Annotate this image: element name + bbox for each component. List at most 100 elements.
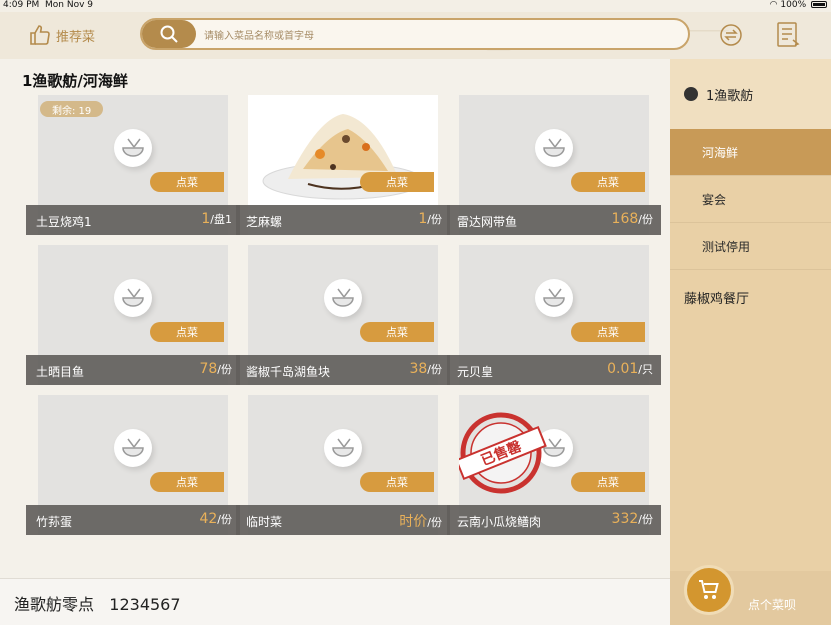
dish-card[interactable]: 点菜酱椒千岛湖鱼块 38/份 xyxy=(236,245,450,385)
dish-info-bar: 云南小瓜烧鳝肉 332/份 xyxy=(447,505,661,535)
dish-price-value: 1 xyxy=(418,211,428,227)
dish-card[interactable]: 点菜雷达网带鱼 168/份 xyxy=(447,95,661,235)
dish-info-bar: 竹荪蛋 42/份 xyxy=(26,505,240,535)
dish-price: 0.01/只 xyxy=(607,361,653,377)
dish-price-value: 168 xyxy=(611,211,639,227)
battery-icon xyxy=(811,1,827,8)
dish-price: 42/份 xyxy=(199,511,232,527)
dish-price-value: 42 xyxy=(199,511,218,527)
order-button[interactable]: 点菜 xyxy=(150,172,224,192)
dish-price-unit: /份 xyxy=(217,363,232,376)
dish-card[interactable]: 已售罄点菜云南小瓜烧鳝肉 332/份 xyxy=(447,395,661,535)
sidebar-item-test-disabled[interactable]: 测试停用 xyxy=(670,223,831,270)
search-button[interactable] xyxy=(142,20,196,48)
order-button[interactable]: 点菜 xyxy=(571,472,645,492)
dish-price-unit: /份 xyxy=(427,213,442,226)
dish-price-unit: /份 xyxy=(427,363,442,376)
search-icon xyxy=(160,25,178,43)
dish-price-unit: /盘1 xyxy=(210,213,232,226)
venue-name: 渔歌舫零点 xyxy=(14,595,95,614)
battery-percent: 100% xyxy=(780,0,807,10)
dish-name: 土晒目鱼 xyxy=(36,365,85,379)
dish-name: 酱椒千岛湖鱼块 xyxy=(246,365,331,379)
dish-price-unit: /份 xyxy=(638,513,653,526)
order-button[interactable]: 点菜 xyxy=(360,172,434,192)
dish-placeholder-icon xyxy=(535,129,573,168)
order-button[interactable]: 点菜 xyxy=(360,472,434,492)
cart-bar[interactable]: 点个菜呗 xyxy=(670,565,831,625)
dish-card[interactable]: 点菜土晒目鱼 78/份 xyxy=(26,245,240,385)
dish-info-bar: 土豆烧鸡1 1/盘1 xyxy=(26,205,240,235)
header: 推荐菜 请输入菜品名称或首字母 xyxy=(0,12,831,59)
dish-placeholder-icon xyxy=(114,429,152,468)
dish-placeholder-icon xyxy=(114,129,152,168)
order-button[interactable]: 点菜 xyxy=(571,172,645,192)
sidebar-restaurant-label: 1渔歌舫 xyxy=(706,88,754,104)
dish-price-value: 时价 xyxy=(399,514,428,530)
order-footer: 渔歌舫零点 1234567 xyxy=(0,578,670,625)
dish-info-bar: 芝麻螺 1/份 xyxy=(236,205,450,235)
recommend-label: 推荐菜 xyxy=(56,29,96,45)
dish-info-bar: 土晒目鱼 78/份 xyxy=(26,355,240,385)
dish-name: 云南小瓜烧鳝肉 xyxy=(457,515,542,529)
dish-name: 土豆烧鸡1 xyxy=(36,215,92,229)
cart-icon xyxy=(699,580,719,599)
status-time-text: 4:09 PM xyxy=(3,0,40,10)
cart-button[interactable] xyxy=(684,565,734,615)
dish-card[interactable]: 点菜元贝皇 0.01/只 xyxy=(447,245,661,385)
category-sidebar: 1渔歌舫 河海鲜 宴会 测试停用 藤椒鸡餐厅 xyxy=(670,59,831,571)
cart-label: 点个菜呗 xyxy=(748,598,797,612)
sidebar-item-banquet[interactable]: 宴会 xyxy=(670,176,831,223)
recommend-button[interactable]: 推荐菜 xyxy=(28,22,95,48)
sidebar-item-river-seafood[interactable]: 河海鲜 xyxy=(670,129,831,176)
thumbs-up-icon xyxy=(30,25,50,45)
status-time: 4:09 PM Mon Nov 9 xyxy=(3,0,93,10)
dish-price-value: 1 xyxy=(201,211,211,227)
order-button[interactable]: 点菜 xyxy=(150,322,224,342)
order-button[interactable]: 点菜 xyxy=(360,322,434,342)
order-button[interactable]: 点菜 xyxy=(571,322,645,342)
dish-card[interactable]: 点菜临时菜 时价/份 xyxy=(236,395,450,535)
restaurant-icon xyxy=(684,87,698,101)
dish-info-bar: 元贝皇 0.01/只 xyxy=(447,355,661,385)
dish-placeholder-icon xyxy=(324,279,362,318)
menu-list-icon[interactable] xyxy=(773,20,803,50)
sidebar-group-restaurant[interactable]: 藤椒鸡餐厅 xyxy=(670,270,831,325)
status-date-text: Mon Nov 9 xyxy=(45,0,93,10)
dish-card[interactable]: 点菜芝麻螺 1/份 xyxy=(236,95,450,235)
dish-placeholder-icon xyxy=(535,279,573,318)
table-code: 1234567 xyxy=(109,595,181,614)
exchange-icon[interactable] xyxy=(715,20,747,50)
sidebar-group-label: 藤椒鸡餐厅 xyxy=(684,292,750,307)
order-button[interactable]: 点菜 xyxy=(150,472,224,492)
dish-price: 332/份 xyxy=(612,511,653,527)
status-right: ◠ 100% xyxy=(770,0,827,10)
wifi-icon: ◠ xyxy=(769,0,778,10)
dish-info-bar: 雷达网带鱼 168/份 xyxy=(447,205,661,235)
dish-card[interactable]: 剩余: 19 点菜土豆烧鸡1 1/盘1 xyxy=(26,95,240,235)
status-bar: 4:09 PM Mon Nov 9 ◠ 100% xyxy=(0,0,831,12)
dish-name: 芝麻螺 xyxy=(246,215,283,229)
dish-photo xyxy=(262,114,424,200)
dish-card[interactable]: 点菜竹荪蛋 42/份 xyxy=(26,395,240,535)
dish-price: 38/份 xyxy=(409,361,442,377)
footer-info: 渔歌舫零点 1234567 xyxy=(14,591,181,615)
stock-badge: 剩余: 19 xyxy=(40,101,104,117)
dish-name: 临时菜 xyxy=(246,515,283,529)
dish-price-unit: /份 xyxy=(638,213,653,226)
dish-price: 1/盘1 xyxy=(201,211,232,227)
sidebar-restaurant[interactable]: 1渔歌舫 xyxy=(670,59,831,129)
dish-price-unit: /份 xyxy=(217,513,232,526)
search-bar[interactable]: 请输入菜品名称或首字母 xyxy=(140,18,690,50)
dish-price-value: 332 xyxy=(611,511,639,527)
dish-price-value: 78 xyxy=(199,361,218,377)
dish-price-unit: /份 xyxy=(427,516,442,529)
soldout-stamp: 已售罄 xyxy=(459,412,547,494)
dish-placeholder-icon xyxy=(324,429,362,468)
search-input[interactable]: 请输入菜品名称或首字母 xyxy=(204,27,314,42)
dish-info-bar: 酱椒千岛湖鱼块 38/份 xyxy=(236,355,450,385)
dish-price-value: 0.01 xyxy=(607,361,639,377)
dish-price-unit: /只 xyxy=(638,363,653,376)
dish-placeholder-icon xyxy=(114,279,152,318)
dish-name: 雷达网带鱼 xyxy=(457,215,518,229)
